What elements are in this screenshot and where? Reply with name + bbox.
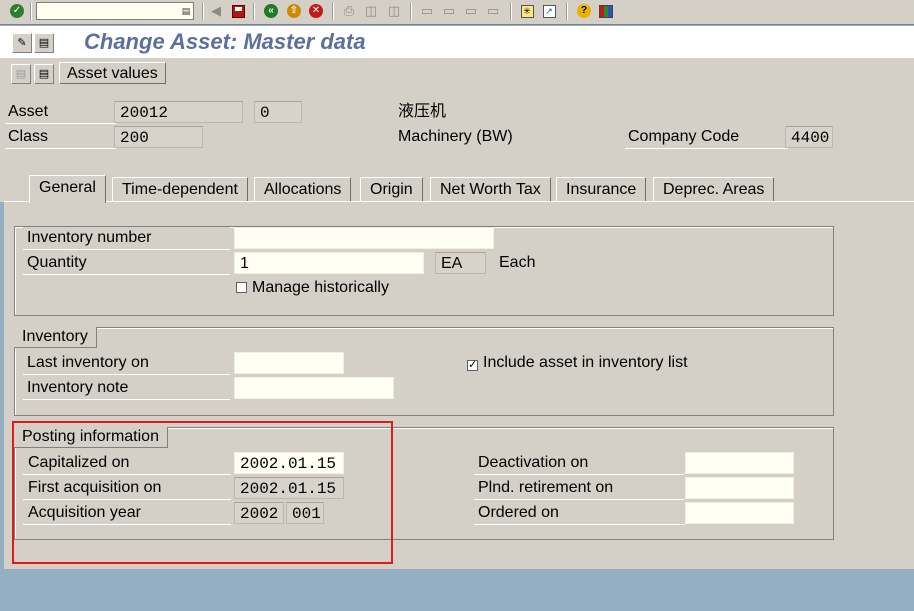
asset-number-field: 20012 <box>114 101 243 123</box>
inventory-number-input[interactable] <box>234 227 494 249</box>
tab-allocations[interactable]: Allocations <box>254 177 352 201</box>
find-icon[interactable]: ◫ <box>362 2 380 20</box>
new-session-icon[interactable]: ✳ <box>518 2 536 20</box>
toolbar-separator <box>332 3 334 20</box>
capitalized-on-input[interactable]: 2002.01.15 <box>234 452 344 474</box>
ordered-on-input[interactable] <box>685 502 794 524</box>
exit-icon[interactable]: ⇧ <box>285 2 303 20</box>
toolbar-separator <box>30 3 32 20</box>
class-description: Machinery (BW) <box>398 128 513 145</box>
page-title: Change Asset: Master data <box>84 29 366 54</box>
deactivation-on-input[interactable] <box>685 452 794 474</box>
last-inventory-input[interactable] <box>234 352 344 374</box>
command-history-icon[interactable]: ▤ <box>181 5 191 17</box>
back-icon[interactable]: « <box>262 2 280 20</box>
toolbar-separator <box>410 3 412 20</box>
first-page-icon[interactable]: ▭ <box>418 2 436 20</box>
unit-field: EA <box>435 252 486 274</box>
copy-asset-icon[interactable]: ▤ <box>11 64 31 84</box>
other-asset-icon[interactable]: ▤ <box>34 33 54 53</box>
toolbar-separator <box>253 3 255 20</box>
company-code-label: Company Code <box>625 126 788 149</box>
posting-information-group: Posting information Capitalized on 2002.… <box>14 427 834 540</box>
next-page-icon[interactable]: ▭ <box>462 2 480 20</box>
inventory-note-input[interactable] <box>234 377 394 399</box>
asset-class-field: 200 <box>114 126 203 148</box>
tab-net-worth-tax[interactable]: Net Worth Tax <box>430 177 551 201</box>
tab-general[interactable]: General <box>29 175 106 203</box>
acquisition-period-field: 001 <box>286 502 324 524</box>
shortcut-icon[interactable]: ↗ <box>540 2 558 20</box>
tab-insurance[interactable]: Insurance <box>556 177 647 201</box>
class-label: Class <box>5 126 116 149</box>
first-acquisition-label: First acquisition on <box>23 477 231 500</box>
toolbar-separator <box>510 3 512 20</box>
display-change-icon[interactable]: ✎ <box>12 33 32 53</box>
unit-text: Each <box>499 254 536 271</box>
toolbar-separator <box>202 3 204 20</box>
help-icon[interactable]: ? <box>575 2 593 20</box>
toolbar-separator <box>566 3 568 20</box>
planned-retirement-label: Plnd. retirement on <box>474 477 684 500</box>
tab-deprec-areas[interactable]: Deprec. Areas <box>653 177 775 201</box>
posting-group-title: Posting information <box>14 427 168 448</box>
company-code-field: 4400 <box>785 126 833 148</box>
asset-document-icon[interactable]: ▤ <box>34 64 54 84</box>
quantity-input[interactable]: 1 <box>234 252 424 274</box>
system-toolbar: ✓ ▤ ◀ « ⇧ ✕ ⎙ ◫ ◫ ▭ ▭ ▭ ▭ ✳ ↗ ? <box>0 0 914 25</box>
application-toolbar: ▤ ▤ Asset values <box>0 58 914 90</box>
asset-label: Asset <box>5 101 116 124</box>
planned-retirement-input[interactable] <box>685 477 794 499</box>
asset-description: 液压机 <box>398 103 447 120</box>
include-in-inventory-option[interactable]: ✓ Include asset in inventory list <box>467 352 688 374</box>
save-icon[interactable] <box>229 2 247 20</box>
acquisition-year-field: 2002 <box>234 502 284 524</box>
asset-subnumber-field: 0 <box>254 101 302 123</box>
customize-layout-icon[interactable] <box>597 2 615 20</box>
cancel-icon[interactable]: ✕ <box>307 2 325 20</box>
general-group: Inventory number Quantity 1 EA Each Mana… <box>14 226 834 316</box>
back-nav-icon[interactable]: ◀ <box>207 2 225 20</box>
first-acquisition-field: 2002.01.15 <box>234 477 344 499</box>
enter-icon[interactable]: ✓ <box>8 2 26 20</box>
manage-historically-label: Manage historically <box>252 279 389 296</box>
ordered-on-label: Ordered on <box>474 502 684 525</box>
inventory-number-label: Inventory number <box>23 227 230 250</box>
command-input[interactable] <box>39 3 175 19</box>
inventory-group-title: Inventory <box>14 327 97 348</box>
command-field[interactable]: ▤ <box>36 2 194 20</box>
include-in-inventory-label: Include asset in inventory list <box>483 354 688 371</box>
deactivation-on-label: Deactivation on <box>474 452 684 475</box>
previous-page-icon[interactable]: ▭ <box>440 2 458 20</box>
acquisition-year-label: Acquisition year <box>23 502 231 525</box>
last-inventory-label: Last inventory on <box>23 352 230 375</box>
manage-historically-checkbox[interactable] <box>236 282 247 293</box>
capitalized-on-label: Capitalized on <box>23 452 231 475</box>
quantity-label: Quantity <box>23 252 230 275</box>
title-bar: ✎ ▤ Change Asset: Master data <box>0 26 914 58</box>
last-page-icon[interactable]: ▭ <box>484 2 502 20</box>
find-next-icon[interactable]: ◫ <box>385 2 403 20</box>
tab-origin[interactable]: Origin <box>360 177 423 201</box>
print-icon[interactable]: ⎙ <box>340 2 358 20</box>
asset-values-button[interactable]: Asset values <box>59 62 166 84</box>
inventory-group: Inventory Last inventory on ✓ Include ass… <box>14 327 834 416</box>
inventory-note-label: Inventory note <box>23 377 230 400</box>
include-in-inventory-checkbox[interactable]: ✓ <box>467 360 478 371</box>
manage-historically-option[interactable]: Manage historically <box>236 277 389 299</box>
tab-time-dependent[interactable]: Time-dependent <box>112 177 248 201</box>
